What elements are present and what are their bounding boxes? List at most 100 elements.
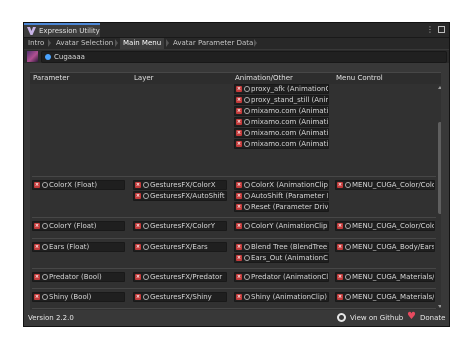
animation-cell[interactable]: × Predator (AnimationClip) [234, 272, 329, 282]
remove-x-icon[interactable]: × [34, 244, 40, 250]
scroll-down-icon[interactable] [438, 305, 441, 308]
parameter-cell[interactable]: × Ears (Float) [32, 242, 125, 252]
animation-cell[interactable]: × Reset (Parameter Driver) [234, 202, 329, 212]
donate-label: Donate [420, 314, 446, 322]
avatar-object-field[interactable]: Cugaaaa [41, 51, 447, 63]
window-titlebar: Expression Utility ⋮ [24, 23, 449, 38]
animation-cell[interactable]: × mixamo.com (AnimationClip) [234, 139, 329, 149]
remove-x-icon[interactable]: × [34, 182, 40, 188]
parameter-cell[interactable]: × ColorX (Float) [32, 180, 125, 190]
maximize-icon[interactable] [438, 26, 445, 33]
tab-intro[interactable]: Intro [28, 38, 44, 49]
menu-control-cell[interactable]: × MENU_CUGA_Materials/Shiny [335, 292, 435, 302]
remove-x-icon[interactable]: × [34, 223, 40, 229]
remove-x-icon[interactable]: × [236, 274, 242, 280]
layer-cell[interactable]: × GesturesFX/Predator [133, 272, 227, 282]
object-ref-icon [345, 182, 351, 188]
window-tab[interactable]: Expression Utility [24, 23, 100, 37]
remove-x-icon[interactable]: × [236, 119, 242, 125]
window-menu-icon[interactable]: ⋮ [426, 24, 434, 36]
animation-cell[interactable]: × proxy_afk (AnimationClip) [234, 84, 329, 94]
menu-control-cell[interactable]: × MENU_CUGA_Color/Color [335, 221, 435, 231]
object-ref-icon [244, 119, 250, 125]
remove-x-icon[interactable]: × [337, 182, 343, 188]
remove-x-icon[interactable]: × [236, 130, 242, 136]
animation-cell[interactable]: × mixamo.com (AnimationClip) [234, 106, 329, 116]
remove-x-icon[interactable]: × [337, 294, 343, 300]
github-icon [337, 313, 346, 322]
version-label: Version 2.2.0 [28, 314, 74, 322]
remove-x-icon[interactable]: × [236, 204, 242, 210]
tab-avatar-parameter-data[interactable]: Avatar Parameter Data [173, 38, 253, 49]
animation-cell[interactable]: × proxy_stand_still (AnimationClip) [234, 95, 329, 105]
remove-x-icon[interactable]: × [337, 223, 343, 229]
tab-avatar-selection[interactable]: Avatar Selection [56, 38, 113, 49]
parameter-text: ColorX (Float) [49, 181, 98, 189]
remove-x-icon[interactable]: × [34, 274, 40, 280]
layer-cell[interactable]: × GesturesFX/AutoShift [133, 191, 227, 201]
object-ref-icon [244, 204, 250, 210]
avatar-bar: Cugaaaa [24, 50, 449, 63]
remove-x-icon[interactable]: × [236, 193, 242, 199]
parameter-cell[interactable]: × ColorY (Float) [32, 221, 125, 231]
remove-x-icon[interactable]: × [236, 97, 242, 103]
remove-x-icon[interactable]: × [135, 182, 141, 188]
remove-x-icon[interactable]: × [135, 193, 141, 199]
menu-control-text: MENU_CUGA_Color/Color [352, 222, 435, 230]
parameter-cell[interactable]: × Shiny (Bool) [32, 292, 125, 302]
column-header-parameter: Parameter [33, 74, 70, 82]
menu-control-cell[interactable]: × MENU_CUGA_Body/Ears [335, 242, 435, 252]
remove-x-icon[interactable]: × [236, 294, 242, 300]
remove-x-icon[interactable]: × [236, 255, 242, 261]
animation-cell[interactable]: × Shiny (AnimationClip) [234, 292, 329, 302]
remove-x-icon[interactable]: × [236, 244, 242, 250]
object-ref-icon [244, 108, 250, 114]
remove-x-icon[interactable]: × [337, 274, 343, 280]
remove-x-icon[interactable]: × [135, 244, 141, 250]
animation-cell[interactable]: × ColorY (AnimationClip) [234, 221, 329, 231]
object-ref-icon [244, 130, 250, 136]
vertical-scrollbar[interactable] [438, 86, 441, 308]
parameter-list[interactable]: × proxy_afk (AnimationClip) × proxy_stand_s… [30, 84, 441, 310]
animation-cell[interactable]: × Blend Tree (BlendTree) [234, 242, 329, 252]
row-separator [32, 268, 436, 269]
animation-text: mixamo.com (AnimationClip) [251, 140, 329, 148]
object-ref-icon [42, 182, 48, 188]
remove-x-icon[interactable]: × [236, 182, 242, 188]
object-ref-icon [143, 274, 149, 280]
menu-control-cell[interactable]: × MENU_CUGA_Materials/Predator [335, 272, 435, 282]
animation-cell[interactable]: × Ears_Out (AnimationClip) [234, 253, 329, 263]
remove-x-icon[interactable]: × [236, 141, 242, 147]
object-ref-icon [244, 193, 250, 199]
animation-cell[interactable]: × mixamo.com (AnimationClip) [234, 117, 329, 127]
row-separator [32, 238, 436, 239]
remove-x-icon[interactable]: × [135, 223, 141, 229]
remove-x-icon[interactable]: × [135, 274, 141, 280]
menu-control-text: MENU_CUGA_Materials/Shiny [352, 293, 435, 301]
remove-x-icon[interactable]: × [34, 294, 40, 300]
tab-main-menu[interactable]: Main Menu [120, 38, 165, 49]
menu-control-cell[interactable]: × MENU_CUGA_Color/Color [335, 180, 435, 190]
scroll-thumb[interactable] [438, 122, 441, 214]
remove-x-icon[interactable]: × [236, 223, 242, 229]
layer-text: GesturesFX/Ears [150, 243, 208, 251]
column-header-layer: Layer [134, 74, 154, 82]
animation-cell[interactable]: × ColorX (AnimationClip) [234, 180, 329, 190]
layer-cell[interactable]: × GesturesFX/ColorY [133, 221, 227, 231]
scroll-up-icon[interactable] [438, 86, 441, 89]
remove-x-icon[interactable]: × [236, 108, 242, 114]
animation-cell[interactable]: × mixamo.com (AnimationClip) [234, 128, 329, 138]
animation-cell[interactable]: × AutoShift (Parameter Driver) [234, 191, 329, 201]
object-ref-icon [42, 244, 48, 250]
remove-x-icon[interactable]: × [135, 294, 141, 300]
parameter-cell[interactable]: × Predator (Bool) [32, 272, 125, 282]
object-ref-icon [143, 223, 149, 229]
vrc-logo-icon [27, 27, 36, 35]
column-header-menu-control: Menu Control [336, 74, 383, 82]
layer-cell[interactable]: × GesturesFX/ColorX [133, 180, 227, 190]
layer-cell[interactable]: × GesturesFX/Ears [133, 242, 227, 252]
layer-cell[interactable]: × GesturesFX/Shiny [133, 292, 227, 302]
remove-x-icon[interactable]: × [337, 244, 343, 250]
remove-x-icon[interactable]: × [236, 86, 242, 92]
parameter-text: Ears (Float) [49, 243, 90, 251]
